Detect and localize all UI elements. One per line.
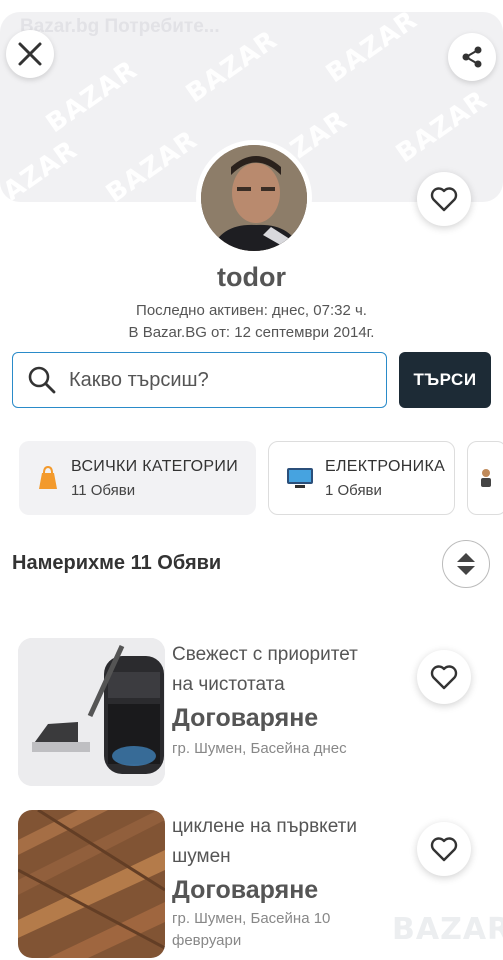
listing-item[interactable]: Свежест с приоритет на чистотата Договар… (18, 638, 488, 786)
watermark-logo: BAZAR (390, 84, 494, 170)
category-title: ВСИЧКИ КАТЕГОРИИ (71, 457, 238, 475)
category-title: ЕЛЕКТРОНИКА (325, 457, 446, 475)
category-all[interactable]: ВСИЧКИ КАТЕГОРИИ 11 Обяви (19, 441, 256, 515)
watermark-logo: BAZAR (0, 134, 84, 202)
member-since-text: В Bazar.BG от: 12 септември 2014г. (128, 324, 375, 341)
close-icon (18, 42, 42, 66)
sort-button[interactable] (442, 540, 490, 588)
listing-thumbnail (18, 810, 165, 958)
listing-thumbnail (18, 638, 165, 786)
search-button[interactable]: ТЪРСИ (399, 352, 491, 408)
listing-location: гр. Шумен, Басейна 10 февруари (172, 910, 331, 949)
bazar-logo: BAZAR (392, 912, 503, 947)
last-active-text: Последно активен: днес, 07:32 ч. (136, 302, 367, 319)
heart-icon (430, 837, 458, 862)
search-icon (28, 366, 56, 394)
tv-icon (287, 468, 313, 488)
category-next[interactable] (467, 441, 503, 515)
category-electronics[interactable]: ЕЛЕКТРОНИКА 1 Обяви (268, 441, 455, 515)
watermark-logo: BAZAR (40, 54, 144, 140)
search-input[interactable]: Какво търсиш? (12, 352, 387, 408)
category-count: 1 Обяви (325, 481, 382, 499)
listing-location: гр. Шумен, Басейна днес (172, 740, 347, 757)
watermark-logo: BAZAR (100, 124, 204, 202)
share-icon (462, 46, 482, 68)
shopping-bag-icon (39, 465, 57, 489)
listing-title: Свежест с приоритет на чистотата (172, 644, 358, 695)
category-count: 11 Обяви (71, 481, 136, 499)
avatar (196, 140, 312, 256)
heart-icon (430, 665, 458, 690)
category-icon (481, 469, 491, 487)
watermark-logo: BAZAR (320, 12, 424, 90)
heart-icon (430, 187, 458, 212)
favorite-listing-button[interactable] (417, 822, 471, 876)
close-button[interactable] (6, 30, 54, 78)
avatar-photo (201, 145, 307, 251)
listing-price: Договаряне (172, 876, 319, 904)
sort-icon (457, 553, 475, 575)
banner-title: Bazar.bg Потребите... (20, 16, 220, 37)
results-count: Намерихме 11 Обяви (12, 552, 222, 574)
favorite-seller-button[interactable] (417, 172, 471, 226)
search-placeholder: Какво търсиш? (69, 368, 209, 391)
share-button[interactable] (448, 33, 496, 81)
listing-price: Договаряне (172, 704, 319, 732)
username: todor (217, 262, 286, 292)
favorite-listing-button[interactable] (417, 650, 471, 704)
listing-title: циклене на първкети шумен (172, 816, 357, 867)
